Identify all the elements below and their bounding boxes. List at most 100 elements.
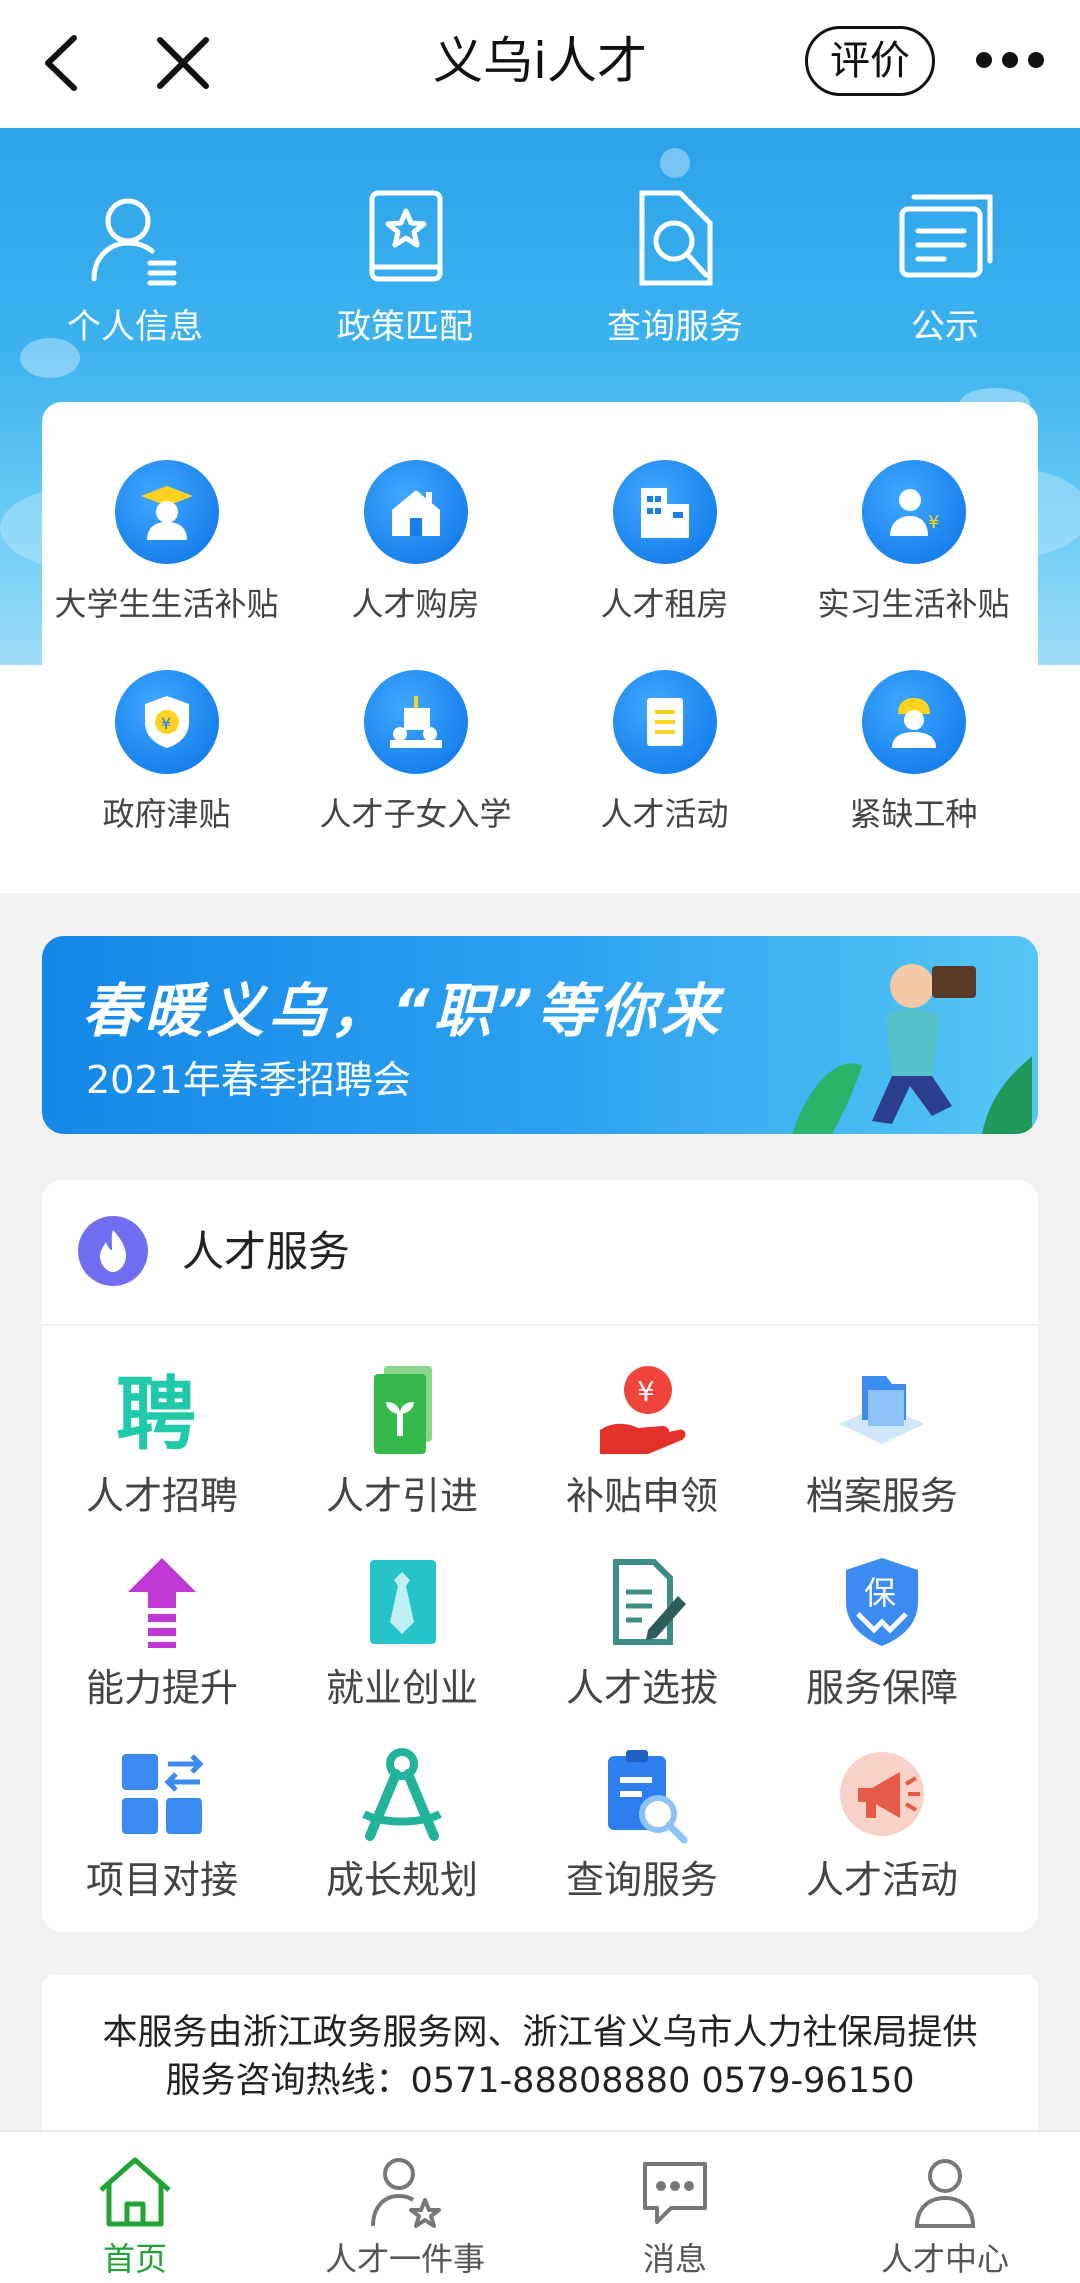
service-item-skill-upgrade[interactable]: 能力提升 [42, 1552, 282, 1732]
yen-hand-icon: ¥ [592, 1360, 692, 1460]
megaphone-icon [832, 1744, 932, 1844]
tab-messages[interactable]: 消息 [540, 2152, 810, 2282]
notice-icon [890, 183, 1000, 293]
tab-label: 首页 [102, 2240, 167, 2278]
tab-talent-affairs[interactable]: 人才一件事 [270, 2152, 540, 2282]
service-item-subsidy-claim[interactable]: ¥ 补贴申领 [522, 1360, 762, 1540]
service-item-archive[interactable]: 档案服务 [762, 1360, 1002, 1540]
hero-item-personal-info[interactable]: 个人信息 [35, 183, 235, 383]
banner-subline: 2021年春季招聘会 [86, 1058, 411, 1102]
subsidy-item-talent-activity[interactable]: 人才活动 [540, 670, 789, 870]
subsidy-item-student-allowance[interactable]: 大学生生活补贴 [42, 460, 291, 660]
flame-icon [78, 1216, 148, 1286]
banner-headline: 春暖义乌，“职”等你来 [82, 977, 723, 1045]
subsidy-item-housing-purchase[interactable]: 人才购房 [291, 460, 540, 660]
service-item-recruitment[interactable]: 聘 人才招聘 [42, 1360, 282, 1540]
compass-icon [352, 1744, 452, 1844]
person-list-icon [80, 183, 190, 293]
recruit-icon: 聘 [112, 1360, 212, 1461]
tab-label: 人才一件事 [324, 2240, 485, 2278]
tab-bar: 首页 人才一件事 消息 人才中心 [0, 2130, 1080, 2283]
tab-label: 消息 [642, 2240, 707, 2278]
subsidy-item-intern-allowance[interactable]: ¥ 实习生活补贴 [789, 460, 1038, 660]
hero-item-label: 公示 [911, 307, 979, 347]
tab-talent-center[interactable]: 人才中心 [810, 2152, 1080, 2282]
service-label: 成长规划 [325, 1858, 478, 1902]
more-icon[interactable] [970, 40, 1050, 80]
subsidy-label: 政府津贴 [102, 795, 231, 833]
service-item-employment[interactable]: 就业创业 [282, 1552, 522, 1732]
service-info: 本服务由浙江政务服务网、浙江省义乌市人力社保局提供 服务咨询热线：0571-88… [42, 1975, 1038, 2135]
hero-item-policy-match[interactable]: 政策匹配 [305, 183, 505, 383]
worker-icon [861, 670, 966, 774]
svg-text:¥: ¥ [928, 512, 939, 533]
service-label: 查询服务 [565, 1858, 718, 1902]
service-item-query[interactable]: 查询服务 [522, 1744, 762, 1924]
service-label: 就业创业 [325, 1666, 478, 1710]
subsidy-item-housing-rental[interactable]: 人才租房 [540, 460, 789, 660]
close-icon[interactable] [150, 30, 216, 96]
service-label: 人才招聘 [85, 1474, 238, 1518]
graduate-icon [114, 460, 219, 564]
guarantee-icon: 保 [832, 1552, 932, 1652]
rate-button[interactable]: 评价 [805, 26, 935, 96]
talent-services-card: 人才服务 聘 人才招聘 人才引进 ¥ 补贴申领 档案服务 能力提升 就业创业 人… [42, 1180, 1038, 1932]
clipboard-search-icon [592, 1744, 692, 1844]
building-icon [612, 460, 717, 564]
folder-icon [832, 1360, 932, 1460]
arrow-up-icon [112, 1552, 212, 1652]
svg-text:聘: 聘 [116, 1368, 196, 1460]
star-book-icon [350, 183, 460, 293]
svg-text:保: 保 [864, 1574, 896, 1612]
service-item-guarantee[interactable]: 保 服务保障 [762, 1552, 1002, 1732]
services-title: 人才服务 [182, 1227, 351, 1276]
hero-item-label: 查询服务 [607, 307, 743, 347]
tab-label: 人才中心 [880, 2240, 1009, 2278]
home-icon [95, 2152, 175, 2232]
hero-item-label: 政策匹配 [337, 307, 473, 347]
subsidy-label: 人才购房 [351, 585, 480, 623]
user-icon [905, 2152, 985, 2232]
service-item-project-docking[interactable]: 项目对接 [42, 1744, 282, 1924]
nav-bar: 义乌i人才 评价 [0, 0, 1080, 128]
subsidy-label: 人才活动 [600, 795, 729, 833]
service-label: 人才选拔 [565, 1666, 718, 1710]
service-item-introduction[interactable]: 人才引进 [282, 1360, 522, 1540]
person-star-icon [365, 2152, 445, 2232]
house-icon [363, 460, 468, 564]
hero-item-query-service[interactable]: 查询服务 [575, 183, 775, 383]
tab-home[interactable]: 首页 [0, 2152, 270, 2282]
subsidy-item-government-allowance[interactable]: ¥ 政府津贴 [42, 670, 291, 870]
shield-yen-icon: ¥ [114, 670, 219, 774]
message-icon [635, 2152, 715, 2232]
subsidy-label: 实习生活补贴 [817, 585, 1010, 623]
subsidy-label: 人才租房 [600, 585, 729, 623]
intern-yen-icon: ¥ [861, 460, 966, 564]
back-icon[interactable] [38, 30, 88, 96]
service-item-activity[interactable]: 人才活动 [762, 1744, 1002, 1924]
subsidy-card: 大学生生活补贴 人才购房 人才租房 ¥ 实习生活补贴 ¥ 政府津贴 人才子女入学 [42, 402, 1038, 888]
hotline-text: 服务咨询热线：0571-88808880 0579-96150 [165, 2061, 915, 2101]
service-label: 能力提升 [85, 1666, 238, 1710]
recruitment-banner[interactable]: 春暖义乌，“职”等你来 2021年春季招聘会 [42, 936, 1038, 1134]
school-icon [363, 670, 468, 774]
subsidy-label: 大学生生活补贴 [54, 585, 279, 623]
sprout-icon [352, 1360, 452, 1460]
svg-text:¥: ¥ [637, 1375, 655, 1408]
job-seeker-illustration [792, 964, 1032, 1134]
service-label: 服务保障 [805, 1666, 958, 1710]
svg-text:¥: ¥ [161, 714, 171, 733]
grid-swap-icon [112, 1744, 212, 1844]
service-item-growth-plan[interactable]: 成长规划 [282, 1744, 522, 1924]
service-item-selection[interactable]: 人才选拔 [522, 1552, 762, 1732]
service-label: 补贴申领 [565, 1474, 718, 1518]
service-label: 人才活动 [805, 1858, 958, 1902]
subsidy-label: 人才子女入学 [319, 795, 512, 833]
hero-item-notice[interactable]: 公示 [845, 183, 1045, 383]
provider-text: 本服务由浙江政务服务网、浙江省义乌市人力社保局提供 [102, 2013, 978, 2053]
subsidy-item-child-education[interactable]: 人才子女入学 [291, 670, 540, 870]
services-header: 人才服务 [42, 1180, 1038, 1326]
checklist-icon [592, 1552, 692, 1652]
service-label: 项目对接 [85, 1858, 238, 1902]
subsidy-item-shortage-jobs[interactable]: 紧缺工种 [789, 670, 1038, 870]
